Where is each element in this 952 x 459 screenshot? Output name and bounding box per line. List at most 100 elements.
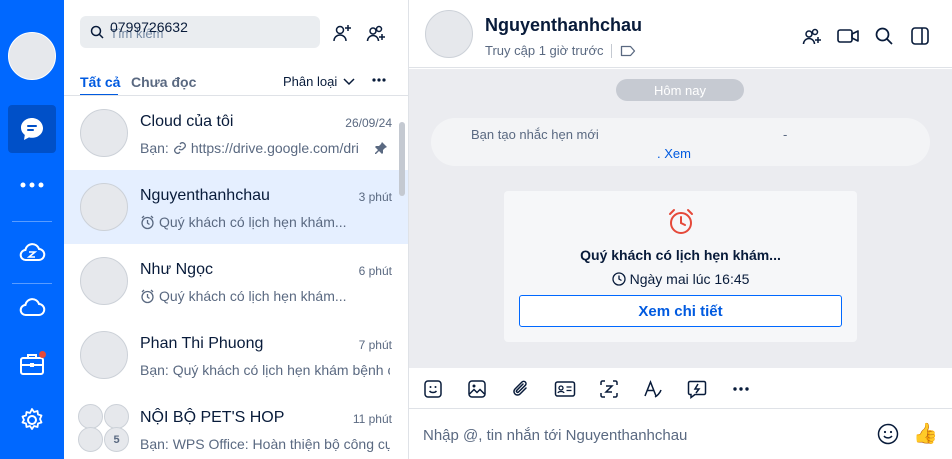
conversation-name: Phan Thi Phuong (140, 335, 264, 352)
zcloud-nav[interactable] (8, 229, 56, 277)
create-group-button[interactable] (363, 20, 389, 46)
cloud-nav[interactable] (8, 284, 56, 332)
image-button[interactable] (465, 377, 489, 401)
conversation-preview: Bạn: https://drive.google.com/dri (140, 140, 368, 156)
search-box[interactable]: Tìm kiếm 0799726632 (80, 16, 320, 48)
last-seen: Truy cập 1 giờ trước (485, 43, 604, 58)
messages-icon (21, 118, 43, 140)
add-friend-button[interactable] (329, 20, 355, 46)
quick-message-icon (687, 380, 707, 399)
left-rail (0, 0, 64, 459)
conversation-name: Như Ngọc (140, 261, 213, 278)
more-icon (372, 78, 386, 82)
conversation-time: 3 phút (358, 190, 392, 204)
add-member-icon (802, 28, 821, 45)
attach-file-button[interactable] (509, 377, 533, 401)
screenshot-icon (600, 380, 618, 398)
conversation-item[interactable]: Cloud của tôi 26/09/24 Bạn: https://driv… (64, 96, 408, 170)
reminder-card: Quý khách có lịch hẹn khám... Ngày mai l… (504, 191, 857, 342)
conversation-list-panel: Tìm kiếm 0799726632 Tất cả Chưa đọc Phân… (64, 0, 409, 459)
send-contact-card-button[interactable] (553, 377, 577, 401)
conversation-name: NỘI BỘ PET'S HOP (140, 409, 285, 426)
more-icon (20, 182, 44, 188)
more-icon (733, 387, 749, 391)
alarm-clock-icon (141, 215, 154, 229)
sticker-icon (424, 380, 442, 398)
conversation-item[interactable]: 5 NỘI BỘ PET'S HOP 11 phút Bạn: WPS Offi… (64, 392, 408, 459)
composer-toolbar (409, 368, 952, 409)
conversation-preview: Bạn: WPS Office: Hoàn thiện bộ công cụ (140, 436, 390, 452)
video-call-button[interactable] (836, 24, 860, 48)
view-details-button[interactable]: Xem chi tiết (519, 295, 842, 327)
pin-icon (375, 142, 387, 154)
preview-text: Bạn: Quý khách có lịch hẹn khám bệnh c (140, 362, 390, 378)
contact-name[interactable]: Nguyenthanhchau (485, 15, 642, 36)
conversation-item[interactable]: Phan Thi Phuong 7 phút Bạn: Quý khách có… (64, 318, 408, 392)
video-camera-icon (837, 29, 859, 43)
image-icon (468, 380, 486, 398)
add-member-button[interactable] (800, 24, 824, 48)
contact-avatar[interactable] (425, 10, 473, 58)
text-format-button[interactable] (641, 377, 665, 401)
tab-unread[interactable]: Chưa đọc (131, 74, 196, 90)
filter-dropdown[interactable]: Phân loại (283, 74, 355, 89)
zcloud-icon (19, 243, 46, 261)
avatar (104, 404, 129, 429)
list-more-button[interactable] (371, 72, 387, 88)
conversation-tabs: Tất cả Chưa đọc Phân loại (80, 72, 393, 96)
sticker-button[interactable] (421, 377, 445, 401)
preview-prefix: Bạn: (140, 140, 169, 156)
add-friend-icon (333, 25, 351, 42)
toolbox-nav[interactable] (8, 340, 56, 388)
message-composer[interactable]: Nhập @, tin nhắn tới Nguyenthanhchau 👍 (409, 409, 952, 459)
user-avatar[interactable] (8, 32, 56, 80)
search-input[interactable]: 0799726632 (110, 19, 188, 35)
text-format-icon (644, 379, 662, 398)
preview-text: Bạn: WPS Office: Hoàn thiện bộ công cụ (140, 436, 390, 452)
member-count: 5 (104, 427, 129, 452)
emoji-icon[interactable] (877, 423, 899, 445)
conversation-time: 6 phút (358, 264, 392, 278)
preview-text: Quý khách có lịch hẹn khám... (159, 288, 347, 304)
conversation-preview: Bạn: Quý khách có lịch hẹn khám bệnh c (140, 362, 390, 378)
settings-nav[interactable] (8, 396, 56, 444)
notice-view-link[interactable]: . Xem (657, 146, 691, 161)
message-area[interactable]: Hôm nay Bạn tạo nhắc hẹn mới - . Xem Quý… (409, 69, 952, 368)
more-nav[interactable] (8, 161, 56, 209)
preview-text: https://drive.google.com/dri (190, 140, 359, 156)
tag-icon[interactable] (620, 45, 636, 57)
status-divider (611, 43, 613, 58)
settings-icon (21, 408, 43, 430)
conversation-item[interactable]: Nguyenthanhchau 3 phút Quý khách có lịch… (64, 170, 408, 244)
message-input[interactable]: Nhập @, tin nhắn tới Nguyenthanhchau (423, 427, 687, 444)
link-icon (173, 142, 186, 154)
scrollbar[interactable] (399, 122, 405, 196)
conversation-name: Nguyenthanhchau (140, 187, 270, 204)
search-icon (90, 25, 104, 39)
quick-message-button[interactable] (685, 377, 709, 401)
avatar (80, 109, 128, 157)
quick-like-button[interactable]: 👍 (913, 421, 938, 446)
screenshot-button[interactable] (597, 377, 621, 401)
search-in-chat-button[interactable] (872, 24, 896, 48)
notice-text: Bạn tạo nhắc hẹn mới (471, 127, 599, 142)
conversation-preview: Quý khách có lịch hẹn khám... (140, 214, 390, 230)
cloud-icon (19, 298, 46, 316)
reminder-title: Quý khách có lịch hẹn khám... (580, 247, 781, 263)
contact-status: Truy cập 1 giờ trước (485, 43, 636, 58)
create-group-icon (366, 25, 385, 42)
tab-all[interactable]: Tất cả (80, 74, 120, 90)
conversation-item[interactable]: Như Ngọc 6 phút Quý khách có lịch hẹn kh… (64, 244, 408, 318)
reminder-time: Ngày mai lúc 16:45 (504, 271, 857, 287)
contact-card-icon (554, 381, 576, 397)
messages-nav[interactable] (8, 105, 56, 153)
alarm-clock-icon (669, 209, 693, 234)
avatar (78, 427, 103, 452)
alarm-clock-icon (141, 289, 154, 303)
clock-icon (611, 272, 626, 286)
toggle-info-panel-button[interactable] (908, 24, 932, 48)
sidebar-panel-icon (911, 27, 929, 45)
chevron-down-icon (343, 77, 355, 85)
paperclip-icon (513, 380, 527, 396)
toolbar-more-button[interactable] (729, 377, 753, 401)
